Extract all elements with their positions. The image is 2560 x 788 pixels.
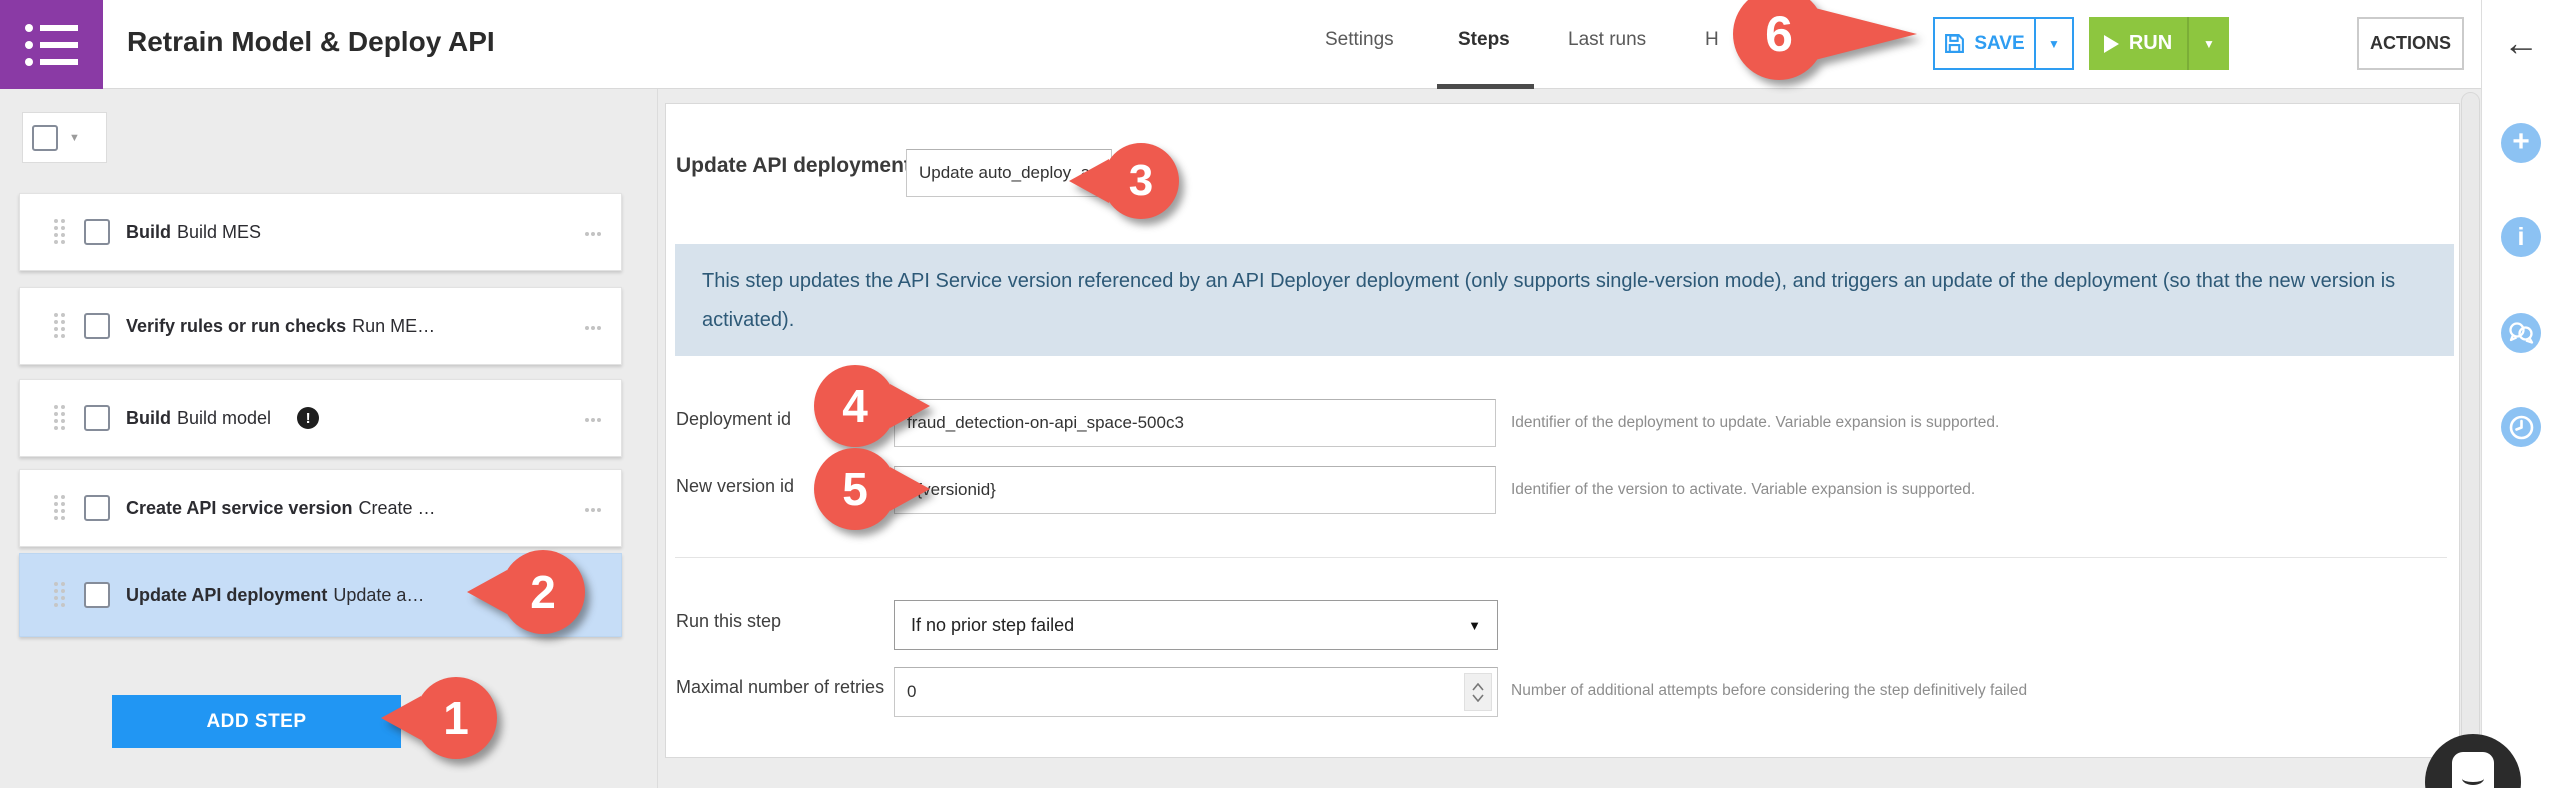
- deployment-id-help: Identifier of the deployment to update. …: [1511, 414, 2000, 431]
- annotation-badge-3: 3: [1103, 143, 1179, 219]
- step-checkbox[interactable]: [84, 313, 110, 339]
- drag-handle-icon[interactable]: [54, 582, 66, 608]
- select-all-control: ▼: [22, 112, 107, 163]
- list-icon: [24, 23, 78, 66]
- step-card-create-api-version[interactable]: Create API service version Create …: [19, 469, 622, 547]
- new-version-id-help: Identifier of the version to activate. V…: [1511, 481, 1976, 498]
- max-retries-help: Number of additional attempts before con…: [1511, 682, 2028, 699]
- tab-settings[interactable]: Settings: [1325, 29, 1394, 51]
- step-card-build-mes[interactable]: Build Build MES: [19, 193, 622, 271]
- step-checkbox[interactable]: [84, 405, 110, 431]
- step-menu-icon[interactable]: [585, 418, 603, 422]
- step-checkbox[interactable]: [84, 219, 110, 245]
- annotation-badge-1: 1: [415, 677, 497, 759]
- tab-history[interactable]: H: [1705, 29, 1719, 51]
- chevron-down-icon: ▼: [1468, 617, 1481, 633]
- deployment-id-input[interactable]: [894, 399, 1496, 447]
- save-split-button: SAVE ▼: [1933, 17, 2074, 70]
- max-retries-input[interactable]: [894, 667, 1498, 717]
- run-dropdown-button[interactable]: ▼: [2189, 17, 2229, 70]
- deployment-id-label: Deployment id: [676, 409, 792, 429]
- plus-icon[interactable]: +: [2501, 123, 2541, 163]
- step-info-box: This step updates the API Service versio…: [675, 244, 2454, 356]
- step-heading: Update API deployment: [676, 154, 911, 177]
- tab-last-runs[interactable]: Last runs: [1568, 29, 1646, 51]
- step-checkbox[interactable]: [84, 495, 110, 521]
- chevron-down-icon: ▼: [2203, 36, 2215, 51]
- drag-handle-icon[interactable]: [54, 313, 66, 339]
- active-tab-underline: [1437, 84, 1534, 89]
- drag-handle-icon[interactable]: [54, 219, 66, 245]
- history-clock-icon[interactable]: [2501, 407, 2541, 447]
- vertical-scrollbar[interactable]: [2461, 92, 2480, 755]
- chat-widget-smile: [2462, 772, 2484, 785]
- step-card-verify-rules[interactable]: Verify rules or run checks Run ME…: [19, 287, 622, 365]
- info-icon[interactable]: i: [2501, 217, 2541, 257]
- warning-icon: !: [297, 407, 320, 429]
- tab-steps[interactable]: Steps: [1458, 29, 1510, 51]
- annotation-badge-4: 4: [814, 365, 896, 447]
- step-label: Update API deployment Update a…: [126, 584, 425, 605]
- chat-bubbles-icon: [2509, 322, 2534, 344]
- step-label: Verify rules or run checks Run ME…: [126, 315, 436, 336]
- scenario-editor-screen: Retrain Model & Deploy API Settings Step…: [0, 0, 2560, 788]
- step-label: Build Build MES: [126, 221, 262, 242]
- right-rail: [2481, 0, 2560, 788]
- add-step-button[interactable]: ADD STEP: [112, 695, 401, 748]
- quantity-stepper[interactable]: [1464, 673, 1492, 711]
- section-divider: [675, 557, 2447, 558]
- save-button[interactable]: SAVE: [1935, 19, 2036, 68]
- play-icon: [2103, 34, 2119, 53]
- step-card-build-model[interactable]: Build Build model !: [19, 379, 622, 457]
- step-label: Build Build model: [126, 407, 272, 428]
- step-label: Create API service version Create …: [126, 497, 436, 518]
- back-arrow-icon[interactable]: ←: [2503, 22, 2539, 64]
- run-button[interactable]: RUN: [2089, 17, 2189, 70]
- stepper-up-icon: [1472, 682, 1484, 691]
- drag-handle-icon[interactable]: [54, 495, 66, 521]
- save-dropdown-button[interactable]: ▼: [2036, 19, 2072, 68]
- run-split-button: RUN ▼: [2089, 17, 2229, 70]
- run-this-step-value: If no prior step failed: [911, 614, 1075, 635]
- discussions-icon[interactable]: [2501, 313, 2541, 353]
- select-all-checkbox[interactable]: [32, 124, 58, 151]
- step-settings-panel: Update API deployment This step updates …: [665, 103, 2460, 758]
- new-version-id-label: New version id: [676, 476, 795, 496]
- actions-button[interactable]: ACTIONS: [2357, 17, 2464, 70]
- chevron-down-icon: ▼: [2048, 36, 2060, 51]
- save-label: SAVE: [1974, 32, 2025, 54]
- step-menu-icon[interactable]: [585, 232, 603, 236]
- page-title: Retrain Model & Deploy API: [127, 26, 495, 57]
- top-header: Retrain Model & Deploy API Settings Step…: [0, 0, 2481, 89]
- run-this-step-select[interactable]: If no prior step failed ▼: [894, 600, 1498, 650]
- new-version-id-input[interactable]: [894, 466, 1496, 514]
- actions-label: ACTIONS: [2370, 33, 2451, 53]
- sidebar-divider: [657, 89, 658, 788]
- drag-handle-icon[interactable]: [54, 405, 66, 431]
- step-menu-icon[interactable]: [585, 326, 603, 330]
- save-floppy-icon: [1945, 34, 1965, 53]
- max-retries-field: [894, 667, 1498, 717]
- annotation-badge-2: 2: [501, 550, 585, 634]
- chevron-down-icon[interactable]: ▼: [69, 132, 80, 144]
- stepper-down-icon: [1472, 693, 1484, 702]
- annotation-badge-5: 5: [814, 448, 896, 530]
- step-checkbox[interactable]: [84, 582, 110, 608]
- run-label: RUN: [2128, 32, 2173, 54]
- run-this-step-label: Run this step: [676, 611, 782, 631]
- step-menu-icon[interactable]: [585, 508, 603, 512]
- max-retries-label: Maximal number of retries: [676, 677, 885, 697]
- scenario-list-icon[interactable]: [0, 0, 103, 89]
- clock-icon: [2509, 415, 2533, 439]
